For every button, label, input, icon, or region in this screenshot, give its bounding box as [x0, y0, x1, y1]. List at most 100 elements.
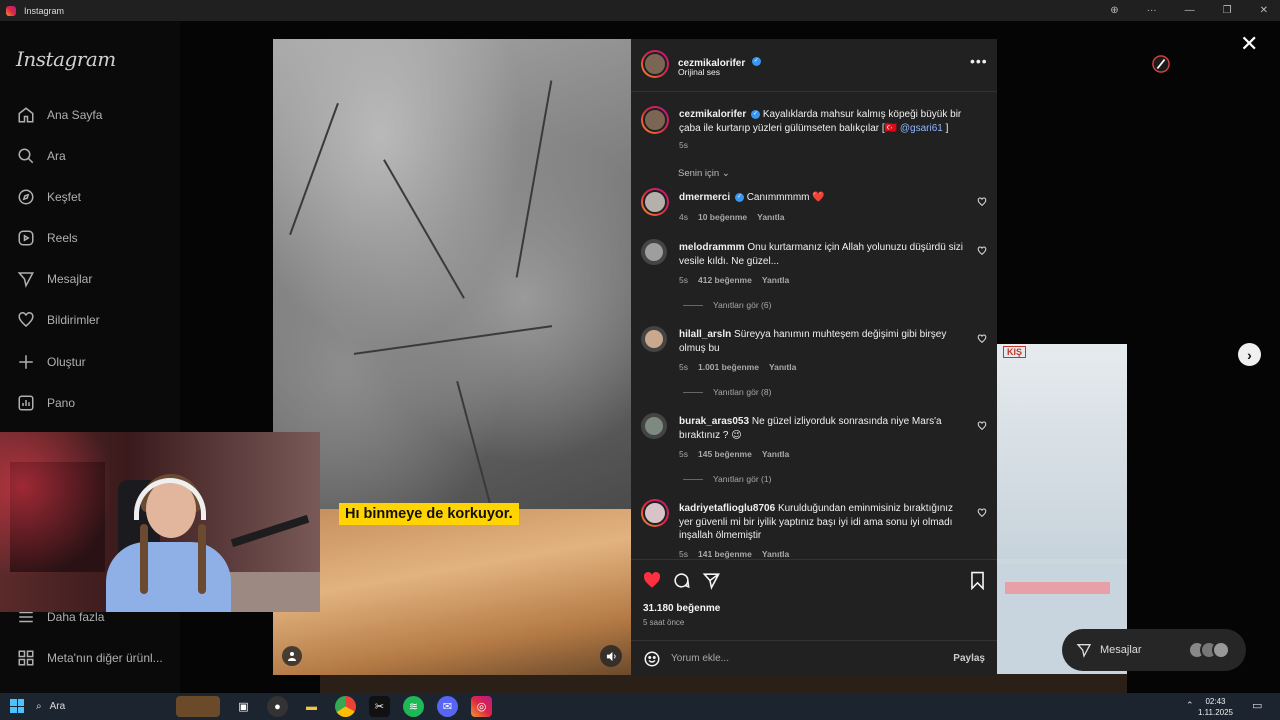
- comment-username[interactable]: hilall_arsln: [679, 329, 731, 340]
- spotify-icon[interactable]: ≋: [403, 696, 424, 717]
- grid-icon: [18, 650, 34, 666]
- sidebar-item-search[interactable]: Ara: [17, 143, 66, 169]
- caption-mention[interactable]: @gsari61: [900, 123, 943, 134]
- like-comment-icon[interactable]: [977, 246, 987, 256]
- chevron-up-icon[interactable]: ⌃: [1186, 700, 1194, 711]
- comment-time: 4s: [679, 212, 688, 222]
- pencil-icon[interactable]: [1152, 54, 1170, 74]
- tagged-user-button[interactable]: [282, 646, 302, 666]
- messenger-icon[interactable]: ✉: [437, 696, 458, 717]
- weather-widget-icon[interactable]: [176, 696, 220, 717]
- like-comment-icon[interactable]: [977, 334, 987, 344]
- webcam-overlay: [0, 432, 320, 612]
- emoji-icon[interactable]: [643, 650, 661, 668]
- comment-likes[interactable]: 145 beğenme: [698, 449, 752, 459]
- comment-likes[interactable]: 412 beğenme: [698, 275, 752, 285]
- reel-video[interactable]: Hı binmeye de korkuyor.: [273, 39, 631, 675]
- obs-icon[interactable]: ●: [267, 696, 288, 717]
- sidebar-item-dashboard[interactable]: Pano: [17, 390, 75, 416]
- view-replies-button[interactable]: Yanıtları gör (8): [683, 387, 771, 397]
- comment-input[interactable]: Yorum ekle...: [671, 653, 729, 664]
- avatar[interactable]: [641, 239, 667, 265]
- avatar[interactable]: [641, 106, 669, 134]
- sidebar-item-explore[interactable]: Keşfet: [17, 184, 81, 210]
- taskbar-clock[interactable]: 02:43 1.11.2025: [1198, 696, 1233, 718]
- sidebar-item-meta-products[interactable]: Meta'nın diğer ürünl...: [17, 645, 163, 671]
- sidebar-item-home[interactable]: Ana Sayfa: [17, 102, 102, 128]
- sidebar-item-messages[interactable]: Mesajlar: [17, 266, 92, 292]
- like-comment-icon[interactable]: [977, 197, 987, 207]
- notifications-icon[interactable]: ▭: [1252, 699, 1262, 712]
- comment-username[interactable]: kadriyetaflioglu8706: [679, 503, 775, 514]
- comment-likes[interactable]: 10 beğenme: [698, 212, 747, 222]
- reply-button[interactable]: Yanıtla: [762, 275, 789, 285]
- likes-count[interactable]: 31.180 beğenme: [643, 603, 720, 614]
- like-comment-icon[interactable]: [977, 421, 987, 431]
- search-icon: [18, 148, 34, 164]
- comment-text: Canımmmmm ❤️: [746, 192, 825, 203]
- comment-likes[interactable]: 1.001 beğenme: [698, 362, 759, 372]
- task-view-icon[interactable]: ▣: [233, 696, 254, 717]
- comment-item: melodrammm Onu kurtarmanız için Allah yo…: [679, 241, 969, 268]
- more-options-icon[interactable]: ···: [1147, 5, 1157, 16]
- reply-button[interactable]: Yanıtla: [769, 362, 796, 372]
- reply-button[interactable]: Yanıtla: [762, 449, 789, 459]
- comment-item: dmermerci ✓ Canımmmmm ❤️: [679, 191, 969, 205]
- comment-meta: 5s 1.001 beğenme Yanıtla: [679, 362, 806, 372]
- avatar[interactable]: [641, 326, 667, 352]
- instagram-taskbar-icon[interactable]: ◎: [471, 696, 492, 717]
- view-replies-button[interactable]: Yanıtları gör (6): [683, 300, 771, 310]
- instagram-logo[interactable]: Instagram: [16, 47, 116, 71]
- kis-label: KIŞ: [1003, 346, 1027, 358]
- caption-username[interactable]: cezmikalorifer: [679, 109, 746, 120]
- close-icon[interactable]: ✕: [1240, 33, 1258, 55]
- zoom-icon[interactable]: ⊕: [1110, 5, 1118, 16]
- liked-heart-icon[interactable]: [642, 571, 662, 590]
- more-options-icon[interactable]: •••: [970, 53, 988, 69]
- sidebar-item-label: Keşfet: [47, 190, 82, 204]
- comment-time: 5s: [679, 449, 688, 459]
- minimize-button[interactable]: —: [1185, 5, 1195, 16]
- sidebar-item-notifications[interactable]: Bildirimler: [17, 307, 100, 333]
- comment-item: hilall_arsln Süreyya hanımın muhteşem de…: [679, 328, 969, 355]
- comment-meta: 5s 141 beğenme Yanıtla: [679, 549, 799, 559]
- bookmark-icon[interactable]: [969, 571, 986, 590]
- audio-label[interactable]: Orijinal ses: [678, 67, 720, 77]
- window-title: Instagram: [24, 5, 65, 16]
- chrome-icon[interactable]: [335, 696, 356, 717]
- share-icon[interactable]: [702, 571, 721, 590]
- like-comment-icon[interactable]: [977, 508, 987, 518]
- folder-icon[interactable]: ▬: [301, 696, 322, 717]
- clock-date: 1.11.2025: [1198, 708, 1233, 717]
- reply-button[interactable]: Yanıtla: [762, 549, 789, 559]
- avatar[interactable]: [641, 50, 669, 78]
- post-comment-button[interactable]: Paylaş: [953, 653, 985, 664]
- view-replies-button[interactable]: Yanıtları gör (1): [683, 474, 771, 484]
- comment-item: kadriyetaflioglu8706 Kurulduğundan eminm…: [679, 502, 969, 543]
- send-icon: [1076, 644, 1092, 658]
- speaker-icon: [606, 651, 616, 661]
- comment-username[interactable]: dmermerci: [679, 192, 730, 203]
- comment-sort-dropdown[interactable]: Senin için ⌄: [678, 168, 730, 179]
- comment-icon[interactable]: [672, 571, 691, 590]
- messages-float-button[interactable]: Mesajlar: [1062, 629, 1246, 671]
- windows-start-button[interactable]: [10, 699, 24, 713]
- avatar: [1212, 641, 1230, 659]
- sidebar-item-create[interactable]: Oluştur: [17, 349, 86, 375]
- avatar[interactable]: [641, 413, 667, 439]
- maximize-button[interactable]: ❐: [1223, 5, 1232, 16]
- comment-likes[interactable]: 141 beğenme: [698, 549, 752, 559]
- sound-toggle-button[interactable]: [600, 645, 622, 667]
- verified-badge-icon: ✓: [751, 109, 761, 119]
- avatar[interactable]: [641, 499, 669, 527]
- avatar[interactable]: [641, 188, 669, 216]
- sidebar-item-reels[interactable]: Reels: [17, 225, 78, 251]
- comment-username[interactable]: burak_aras053: [679, 416, 749, 427]
- next-post-button[interactable]: ›: [1238, 343, 1261, 366]
- comment-username[interactable]: melodrammm: [679, 242, 745, 253]
- taskbar-search[interactable]: ⌕ Ara: [36, 693, 65, 720]
- close-window-button[interactable]: ✕: [1260, 5, 1268, 16]
- capcut-icon[interactable]: ✂: [369, 696, 390, 717]
- reply-button[interactable]: Yanıtla: [757, 212, 784, 222]
- comment-time: 5s: [679, 549, 688, 559]
